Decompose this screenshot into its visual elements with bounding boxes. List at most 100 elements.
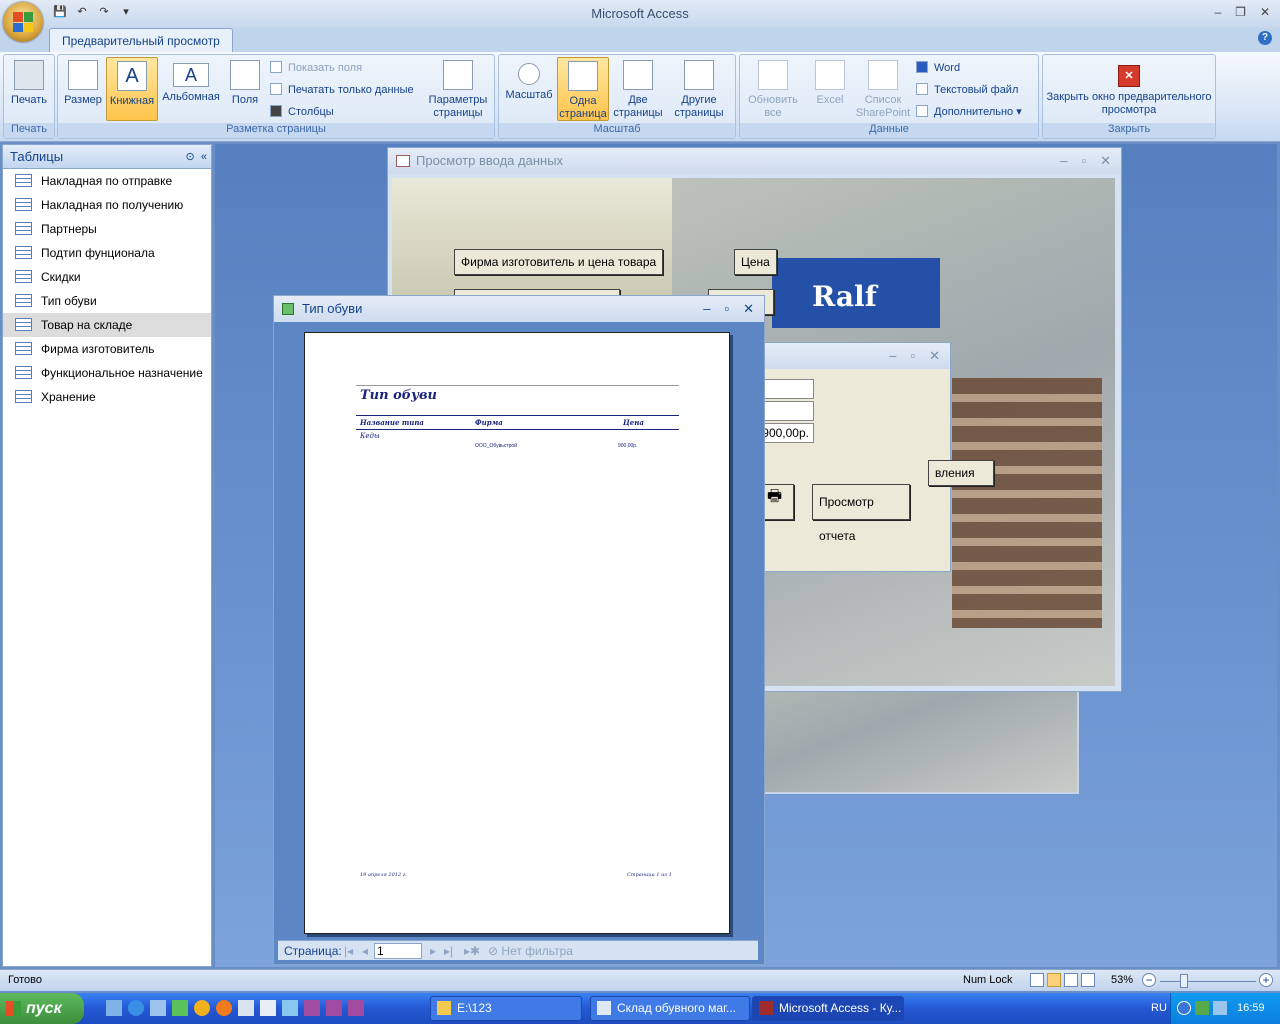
nav-item[interactable]: Подтип фунционала bbox=[3, 241, 211, 265]
quick-launch-icon-7[interactable] bbox=[238, 1000, 254, 1016]
sharepoint-list-button[interactable]: Список SharePoint bbox=[852, 57, 914, 121]
refresh-all-button[interactable]: Обновить все bbox=[744, 57, 802, 121]
zoom-in-icon[interactable]: + bbox=[1259, 973, 1273, 987]
nav-item[interactable]: Скидки bbox=[3, 265, 211, 289]
taskbar-item-explorer[interactable]: E:\123 bbox=[430, 996, 582, 1021]
size-button[interactable]: Размер bbox=[62, 57, 104, 121]
nav-item-label: Скидки bbox=[41, 270, 81, 284]
zoom-button[interactable]: Масштаб bbox=[503, 57, 555, 121]
quick-launch-icon-10[interactable] bbox=[304, 1000, 320, 1016]
start-button[interactable]: пуск bbox=[0, 993, 84, 1024]
more-export-button[interactable]: Дополнительно ▾ bbox=[916, 103, 1022, 121]
tab-print-preview[interactable]: Предварительный просмотр bbox=[49, 28, 233, 52]
export-text-file-button[interactable]: Текстовый файл bbox=[916, 81, 1018, 99]
collapse-nav-icon[interactable]: « bbox=[201, 151, 207, 163]
excel-icon bbox=[815, 60, 845, 90]
firm-price-button[interactable]: Фирма изготовитель и цена товара bbox=[454, 249, 664, 275]
quick-launch-icon-8[interactable] bbox=[260, 1000, 276, 1016]
columns-button[interactable]: Столбцы bbox=[270, 103, 334, 121]
maximize-icon[interactable]: ▫ bbox=[724, 296, 729, 322]
help-icon[interactable]: ? bbox=[1258, 31, 1272, 45]
report-view-icon[interactable] bbox=[1047, 973, 1061, 987]
quick-launch-icon-4[interactable] bbox=[172, 1000, 188, 1016]
more-pages-button[interactable]: Другие страницы bbox=[667, 57, 731, 121]
zoom-slider-track[interactable] bbox=[1160, 981, 1256, 982]
nav-item[interactable]: Фирма изготовитель bbox=[3, 337, 211, 361]
next-page-icon[interactable]: ▸ bbox=[430, 941, 436, 961]
zoom-slider-thumb[interactable] bbox=[1180, 974, 1188, 988]
view-report-button[interactable]: Просмотр отчета bbox=[812, 484, 910, 543]
close-icon[interactable]: ✕ bbox=[1100, 148, 1111, 174]
volume-icon[interactable] bbox=[1213, 1001, 1227, 1015]
ie-icon[interactable] bbox=[128, 1000, 144, 1016]
info-icon[interactable] bbox=[194, 1000, 210, 1016]
show-desktop-icon[interactable] bbox=[150, 1000, 166, 1016]
prev-page-icon[interactable]: ◂ bbox=[362, 941, 368, 961]
language-indicator[interactable]: RU bbox=[1151, 1002, 1167, 1014]
nav-item[interactable]: Товар на складе bbox=[3, 313, 211, 337]
office-button[interactable] bbox=[3, 2, 43, 42]
minimize-icon[interactable]: – bbox=[889, 343, 896, 369]
nav-item[interactable]: Накладная по отправке bbox=[3, 169, 211, 193]
quick-launch-icon-9[interactable] bbox=[282, 1000, 298, 1016]
nav-item[interactable]: Партнеры bbox=[3, 217, 211, 241]
magnifier-icon bbox=[518, 63, 540, 85]
two-pages-button[interactable]: Две страницы bbox=[613, 57, 663, 121]
zoom-out-icon[interactable]: − bbox=[1142, 973, 1156, 987]
show-fields-checkbox[interactable]: Показать поля bbox=[270, 59, 362, 77]
print-preview-view-icon[interactable] bbox=[1030, 973, 1044, 987]
minimize-icon[interactable]: – bbox=[703, 296, 710, 322]
export-word-button[interactable]: Word bbox=[916, 59, 960, 77]
table-icon bbox=[15, 342, 32, 355]
table-icon bbox=[15, 390, 32, 403]
quick-launch-icon-1[interactable] bbox=[106, 1000, 122, 1016]
portrait-button[interactable]: A Книжная bbox=[106, 57, 158, 121]
nav-header[interactable]: Таблицы ⊙ « bbox=[3, 145, 211, 169]
nav-item[interactable]: Хранение bbox=[3, 385, 211, 409]
nav-item[interactable]: Функциональное назначение bbox=[3, 361, 211, 385]
margins-button[interactable]: Поля bbox=[226, 57, 264, 121]
minimize-icon[interactable]: – bbox=[1214, 5, 1221, 19]
quick-launch-icon-11[interactable] bbox=[326, 1000, 342, 1016]
network-icon[interactable] bbox=[1195, 1001, 1209, 1015]
landscape-button[interactable]: A Альбомная bbox=[160, 57, 222, 121]
design-view-icon[interactable] bbox=[1081, 973, 1095, 987]
close-icon[interactable]: ✕ bbox=[1260, 5, 1270, 19]
print-button[interactable]: Печать bbox=[6, 57, 52, 121]
one-page-icon bbox=[568, 61, 598, 91]
row-price: 900,00р. bbox=[618, 443, 638, 449]
one-page-button[interactable]: Одна страница bbox=[557, 57, 609, 121]
export-excel-button[interactable]: Excel bbox=[808, 57, 852, 121]
maximize-icon[interactable]: ▫ bbox=[1081, 148, 1086, 174]
last-page-icon[interactable]: ▸| bbox=[444, 941, 453, 961]
tray-expand-icon[interactable] bbox=[1177, 1001, 1191, 1015]
print-data-only-checkbox[interactable]: Печатать только данные bbox=[270, 81, 414, 99]
filter-indicator[interactable]: ⊘ Нет фильтра bbox=[488, 941, 573, 961]
partial-button[interactable]: вления bbox=[928, 460, 994, 486]
nav-item-label: Тип обуви bbox=[41, 294, 97, 308]
new-record-icon[interactable]: ▸✱ bbox=[464, 941, 480, 961]
nav-menu-icon[interactable]: ⊙ bbox=[186, 151, 195, 163]
quick-launch-icon-12[interactable] bbox=[348, 1000, 364, 1016]
close-icon[interactable]: ✕ bbox=[929, 343, 940, 369]
maximize-icon[interactable]: ▫ bbox=[910, 343, 915, 369]
restore-icon[interactable]: ❐ bbox=[1235, 5, 1246, 19]
taskbar-item-word[interactable]: Склад обувного маг... bbox=[590, 996, 750, 1021]
close-preview-button[interactable]: ✕ Закрыть окно предварительного просмотр… bbox=[1045, 57, 1213, 121]
nav-item[interactable]: Накладная по получению bbox=[3, 193, 211, 217]
clock: 16:59 bbox=[1237, 1002, 1265, 1014]
data-entry-window-title[interactable]: Просмотр ввода данных – ▫ ✕ bbox=[388, 148, 1121, 174]
firefox-icon[interactable] bbox=[216, 1000, 232, 1016]
page-number-input[interactable]: 1 bbox=[374, 943, 422, 959]
minimize-icon[interactable]: – bbox=[1060, 148, 1067, 174]
report-window-title[interactable]: Тип обуви – ▫ ✕ bbox=[274, 296, 764, 322]
navigation-pane: Таблицы ⊙ « Накладная по отправке Накладн… bbox=[2, 144, 212, 967]
table-icon bbox=[15, 246, 32, 259]
page-setup-button[interactable]: Параметры страницы bbox=[426, 57, 490, 121]
close-icon[interactable]: ✕ bbox=[743, 296, 754, 322]
first-page-icon[interactable]: |◂ bbox=[344, 941, 353, 961]
taskbar-item-access[interactable]: Microsoft Access - Ку... bbox=[752, 996, 904, 1021]
layout-view-icon[interactable] bbox=[1064, 973, 1078, 987]
price-button[interactable]: Цена bbox=[734, 249, 777, 275]
nav-item[interactable]: Тип обуви bbox=[3, 289, 211, 313]
